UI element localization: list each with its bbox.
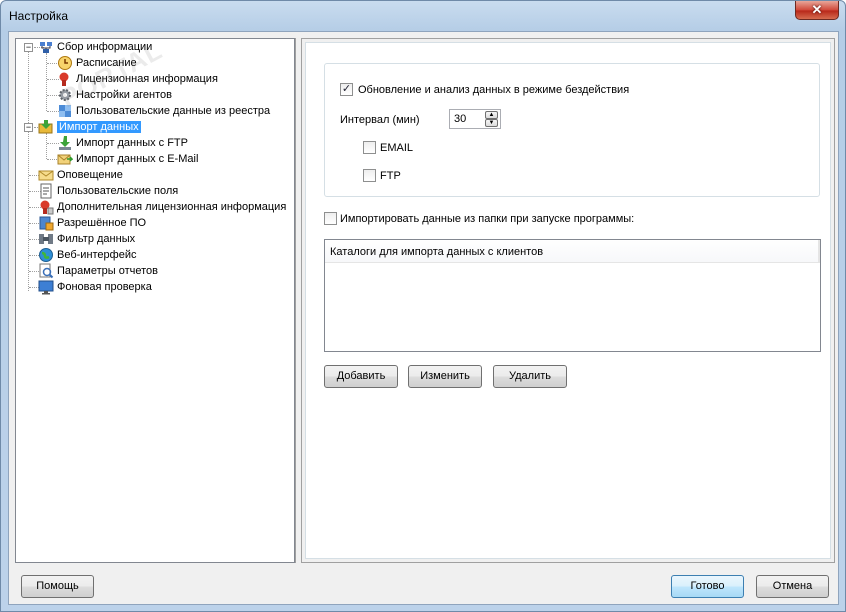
settings-tree[interactable]: − − Сбор информации Расписание Лицензион… <box>15 38 295 563</box>
tree-item-custom-fields[interactable]: Пользовательские поля <box>38 183 178 199</box>
tree-item-data-import[interactable]: Импорт данных <box>38 119 141 135</box>
cancel-button[interactable]: Отмена <box>756 575 829 598</box>
monitor-icon <box>38 279 54 295</box>
settings-page: ✓ Обновление и анализ данных в режиме бе… <box>305 42 831 559</box>
tree-item-license-info[interactable]: Лицензионная информация <box>57 71 218 87</box>
ok-button[interactable]: Готово <box>671 575 744 598</box>
tree-item-label: Пользовательские поля <box>57 185 179 197</box>
stepper-arrows: ▲ ▼ <box>485 111 499 127</box>
interval-value: 30 <box>454 113 467 125</box>
column-separator <box>819 240 820 263</box>
tree-item-report-params[interactable]: Параметры отчетов <box>38 263 158 279</box>
dialog-body: − − Сбор информации Расписание Лицензион… <box>8 31 839 605</box>
globe-icon <box>38 247 54 263</box>
idle-update-group: ✓ Обновление и анализ данных в режиме бе… <box>324 63 820 197</box>
tree-item-label: Веб-интерфейс <box>57 249 137 261</box>
ftp-label: FTP <box>380 170 401 182</box>
tree-item-label: Импорт данных с E-Mail <box>76 153 199 165</box>
add-button[interactable]: Добавить <box>324 365 398 388</box>
stepper-up-icon[interactable]: ▲ <box>485 111 498 119</box>
ftp-checkbox[interactable] <box>363 169 376 182</box>
collapse-toggle[interactable]: − <box>24 123 33 132</box>
tree-item-background-check[interactable]: Фоновая проверка <box>38 279 152 295</box>
tree-item-allowed-software[interactable]: Разрешённое ПО <box>38 215 146 231</box>
network-icon <box>38 39 54 55</box>
import-icon <box>38 119 54 135</box>
clock-icon <box>57 55 73 71</box>
catalog-list[interactable]: Каталоги для импорта данных с клиентов <box>324 239 821 352</box>
check-icon: ✓ <box>341 83 352 95</box>
tree-item-label: Оповещение <box>57 169 123 181</box>
tree-item-label: Лицензионная информация <box>76 73 218 85</box>
close-icon: ✕ <box>811 2 823 17</box>
idle-update-label: Обновление и анализ данных в режиме безд… <box>358 84 630 96</box>
column-header-catalogs[interactable]: Каталоги для импорта данных с клиентов <box>325 240 819 263</box>
column-header-label: Каталоги для импорта данных с клиентов <box>330 246 544 258</box>
window-title: Настройка <box>9 9 69 23</box>
tree-item-registry-data[interactable]: Пользовательские данные из реестра <box>57 103 270 119</box>
tree-line <box>46 53 47 111</box>
close-button[interactable]: ✕ <box>795 1 839 20</box>
tree-item-agent-settings[interactable]: Настройки агентов <box>57 87 172 103</box>
tree-item-label: Разрешённое ПО <box>57 217 147 229</box>
catalog-list-header: Каталоги для импорта данных с клиентов <box>325 240 820 263</box>
settings-window: Настройка ✕ − − Сбор информации Расписан… <box>0 0 846 612</box>
stepper-down-icon[interactable]: ▼ <box>485 119 498 127</box>
envelope-icon <box>38 167 54 183</box>
tree-item-data-filter[interactable]: Фильтр данных <box>38 231 135 247</box>
idle-update-checkbox[interactable]: ✓ <box>340 83 353 96</box>
tree-item-email-import[interactable]: Импорт данных с E-Mail <box>57 151 198 167</box>
tree-item-label: Дополнительная лицензионная информация <box>57 201 287 213</box>
tree-item-label: Параметры отчетов <box>57 265 158 277</box>
tree-item-web-interface[interactable]: Веб-интерфейс <box>38 247 136 263</box>
edit-button[interactable]: Изменить <box>408 365 482 388</box>
tree-item-extra-license[interactable]: Дополнительная лицензионная информация <box>38 199 286 215</box>
tree-line <box>46 133 47 159</box>
tree-item-label: Импорт данных с FTP <box>76 137 188 149</box>
settings-panel: ✓ Обновление и анализ данных в режиме бе… <box>301 38 835 563</box>
splitter[interactable] <box>295 38 298 563</box>
import-folder-label: Импортировать данные из папки при запуск… <box>340 213 635 225</box>
tree-item-label: Пользовательские данные из реестра <box>76 105 271 117</box>
email-checkbox[interactable] <box>363 141 376 154</box>
interval-stepper[interactable]: 30 ▲ ▼ <box>449 109 501 129</box>
license-extra-icon <box>38 199 54 215</box>
tree-item-label: Фоновая проверка <box>57 281 152 293</box>
gear-icon <box>57 87 73 103</box>
tree-item-data-collection[interactable]: Сбор информации <box>38 39 152 55</box>
collapse-toggle[interactable]: − <box>24 43 33 52</box>
email-import-icon <box>57 151 74 167</box>
tree-item-label: Импорт данных <box>57 121 141 133</box>
software-icon <box>38 215 54 231</box>
filter-icon <box>38 231 54 247</box>
interval-label: Интервал (мин) <box>340 114 420 126</box>
tree-item-label: Сбор информации <box>57 41 153 53</box>
ftp-icon <box>57 135 73 151</box>
help-button[interactable]: Помощь <box>21 575 94 598</box>
tree-item-notifications[interactable]: Оповещение <box>38 167 123 183</box>
tree-item-ftp-import[interactable]: Импорт данных с FTP <box>57 135 188 151</box>
delete-button[interactable]: Удалить <box>493 365 567 388</box>
tree-item-label: Фильтр данных <box>57 233 136 245</box>
document-icon <box>38 183 54 199</box>
tree-item-label: Настройки агентов <box>76 89 172 101</box>
tree-item-label: Расписание <box>76 57 137 69</box>
title-bar[interactable]: Настройка ✕ <box>1 1 845 31</box>
report-icon <box>38 263 54 279</box>
tree-item-schedule[interactable]: Расписание <box>57 55 137 71</box>
email-label: EMAIL <box>380 142 414 154</box>
import-folder-checkbox[interactable] <box>324 212 337 225</box>
license-icon <box>57 71 73 87</box>
registry-icon <box>57 103 73 119</box>
